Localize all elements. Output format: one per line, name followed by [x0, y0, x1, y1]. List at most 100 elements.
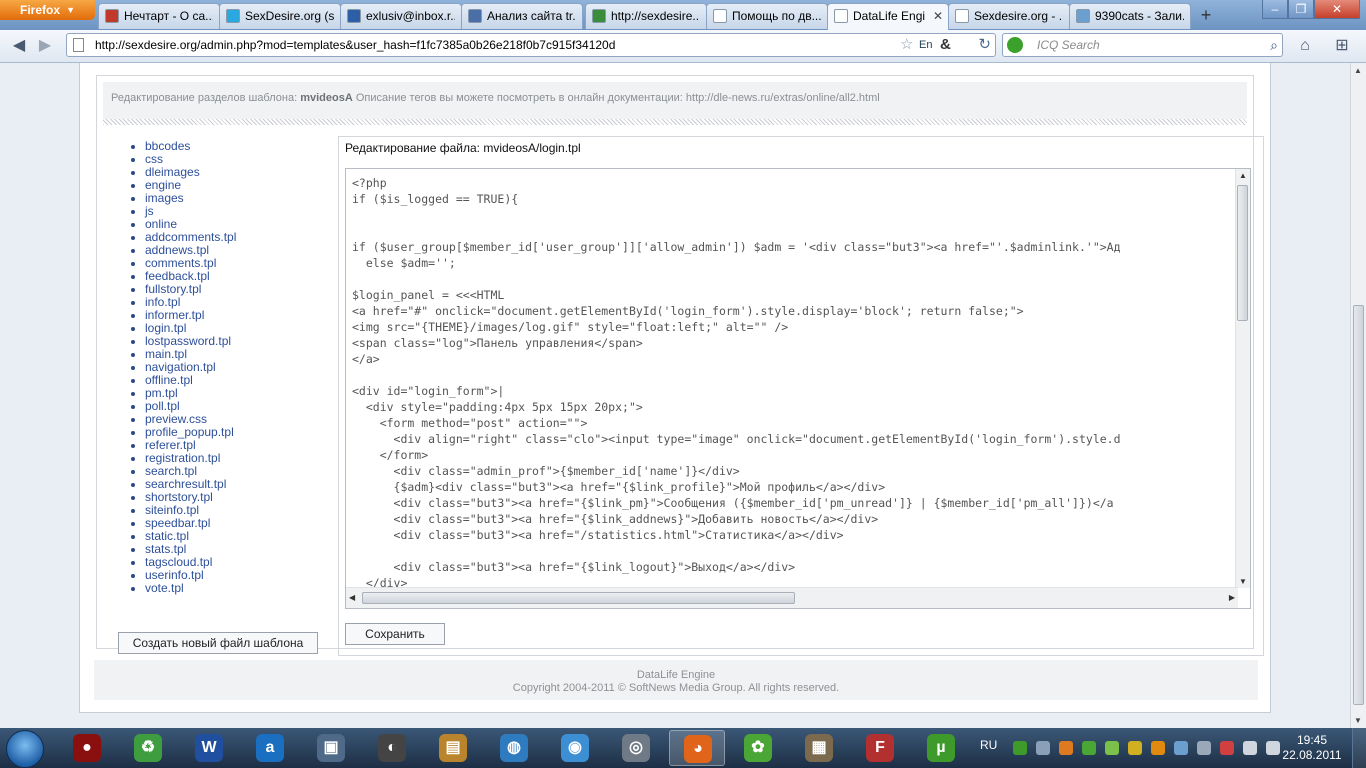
- taskbar-button-14[interactable]: F: [852, 730, 908, 766]
- url-text[interactable]: http://sexdesire.org/admin.php?mod=templ…: [95, 34, 615, 56]
- scroll-left-arrow-icon[interactable]: ◀: [349, 593, 355, 602]
- new-tab-button[interactable]: +: [1193, 5, 1219, 27]
- file-link[interactable]: informer.tpl: [145, 308, 204, 322]
- tab-7[interactable]: DataLife Engi... ✕: [827, 3, 949, 30]
- search-icon[interactable]: ⌕: [1270, 34, 1278, 56]
- code-horizontal-scroll-thumb[interactable]: [362, 592, 795, 604]
- file-link[interactable]: engine: [145, 178, 181, 192]
- scroll-right-arrow-icon[interactable]: ▶: [1229, 593, 1235, 602]
- search-bar[interactable]: ICQ Search ⌕: [1002, 33, 1283, 57]
- file-link[interactable]: searchresult.tpl: [145, 477, 226, 491]
- taskbar-button-1[interactable]: ●: [59, 730, 115, 766]
- tab-5[interactable]: http://sexdesire....: [585, 3, 707, 29]
- show-desktop-button[interactable]: [1352, 728, 1366, 768]
- file-link[interactable]: online: [145, 217, 177, 231]
- language-badge[interactable]: En: [919, 34, 932, 56]
- file-link[interactable]: poll.tpl: [145, 399, 180, 413]
- minimize-button[interactable]: –: [1262, 0, 1288, 19]
- file-link[interactable]: search.tpl: [145, 464, 197, 478]
- code-vertical-scroll-thumb[interactable]: [1237, 185, 1248, 321]
- create-template-file-button[interactable]: Создать новый файл шаблона: [118, 632, 318, 654]
- file-link[interactable]: profile_popup.tpl: [145, 425, 234, 439]
- scroll-down-arrow-icon[interactable]: ▼: [1239, 577, 1247, 586]
- code-text[interactable]: <?php if ($is_logged == TRUE){if ($user_g…: [352, 175, 1232, 589]
- taskbar-button-11[interactable]: ◕: [669, 730, 725, 766]
- tab-9[interactable]: 9390cats - Зали...: [1069, 3, 1191, 29]
- bookmark-star-icon[interactable]: ☆: [900, 34, 913, 56]
- page-scroll-up-icon[interactable]: ▲: [1354, 66, 1362, 75]
- file-link[interactable]: bbcodes: [145, 139, 190, 153]
- url-bar[interactable]: http://sexdesire.org/admin.php?mod=templ…: [66, 33, 996, 57]
- page-vertical-scrollbar[interactable]: ▲ ▼: [1350, 63, 1366, 728]
- square-tray-icon[interactable]: [1151, 741, 1165, 755]
- utorrent-tray-icon[interactable]: [1013, 741, 1027, 755]
- tab-1[interactable]: Нечтарт - О са...: [98, 3, 220, 29]
- display-tray-icon[interactable]: [1174, 741, 1188, 755]
- icq-flower-icon[interactable]: [1007, 37, 1023, 53]
- keyboard-language[interactable]: RU: [980, 738, 997, 752]
- page-scroll-down-icon[interactable]: ▼: [1354, 716, 1362, 725]
- file-link[interactable]: shortstory.tpl: [145, 490, 213, 504]
- clock[interactable]: 19:45 22.08.2011: [1278, 733, 1346, 763]
- taskbar-button-13[interactable]: ▦: [791, 730, 847, 766]
- file-link[interactable]: images: [145, 191, 184, 205]
- file-link[interactable]: addnews.tpl: [145, 243, 209, 257]
- page-scroll-thumb[interactable]: [1353, 305, 1364, 705]
- addons-button[interactable]: ⊞: [1326, 34, 1358, 58]
- taskbar-button-5[interactable]: ▣: [303, 730, 359, 766]
- taskbar-button-8[interactable]: ◍: [486, 730, 542, 766]
- file-link[interactable]: main.tpl: [145, 347, 187, 361]
- code-vertical-scrollbar[interactable]: ▲ ▼: [1235, 169, 1250, 588]
- file-link[interactable]: css: [145, 152, 163, 166]
- taskbar-button-10[interactable]: ◎: [608, 730, 664, 766]
- taskbar-button-12[interactable]: ✿: [730, 730, 786, 766]
- fire-tray-icon[interactable]: [1059, 741, 1073, 755]
- network-tray-icon[interactable]: [1036, 741, 1050, 755]
- icq-tray-icon[interactable]: [1082, 741, 1096, 755]
- close-tab-icon[interactable]: ✕: [933, 4, 943, 28]
- tab-4[interactable]: Анализ сайта tr...: [461, 3, 583, 29]
- tab-3[interactable]: exlusiv@inbox.r...: [340, 3, 462, 29]
- close-window-button[interactable]: ✕: [1314, 0, 1360, 19]
- file-link[interactable]: comments.tpl: [145, 256, 216, 270]
- forward-button[interactable]: ▶: [34, 34, 56, 58]
- flag-tray-icon[interactable]: [1220, 741, 1234, 755]
- taskbar-button-15[interactable]: µ: [913, 730, 969, 766]
- file-link[interactable]: registration.tpl: [145, 451, 220, 465]
- file-link[interactable]: lostpassword.tpl: [145, 334, 231, 348]
- warning-tray-icon[interactable]: [1128, 741, 1142, 755]
- code-horizontal-scrollbar[interactable]: ◀ ▶: [346, 587, 1238, 608]
- volume-tray-icon[interactable]: [1243, 741, 1257, 755]
- file-link[interactable]: stats.tpl: [145, 542, 186, 556]
- file-link[interactable]: addcomments.tpl: [145, 230, 236, 244]
- scroll-up-arrow-icon[interactable]: ▲: [1239, 171, 1247, 180]
- file-link[interactable]: preview.css: [145, 412, 207, 426]
- tab-6[interactable]: Помощь по дв...: [706, 3, 828, 29]
- tab-2[interactable]: SexDesire.org (s...: [219, 3, 341, 29]
- file-link[interactable]: fullstory.tpl: [145, 282, 201, 296]
- home-button[interactable]: ⌂: [1292, 34, 1318, 58]
- file-link[interactable]: static.tpl: [145, 529, 189, 543]
- file-link[interactable]: speedbar.tpl: [145, 516, 210, 530]
- usb-tray-icon[interactable]: [1197, 741, 1211, 755]
- file-link[interactable]: pm.tpl: [145, 386, 178, 400]
- taskbar-button-2[interactable]: ♻: [120, 730, 176, 766]
- start-button[interactable]: [6, 730, 44, 768]
- file-link[interactable]: js: [145, 204, 154, 218]
- file-link[interactable]: referer.tpl: [145, 438, 196, 452]
- taskbar-button-3[interactable]: W: [181, 730, 237, 766]
- firefox-menu-button[interactable]: Firefox ▼: [0, 0, 95, 20]
- file-link[interactable]: siteinfo.tpl: [145, 503, 199, 517]
- taskbar-button-6[interactable]: ◐: [364, 730, 420, 766]
- reload-icon[interactable]: ↻: [978, 34, 991, 56]
- tab-8[interactable]: Sexdesire.org - ...: [948, 3, 1070, 29]
- file-link[interactable]: userinfo.tpl: [145, 568, 204, 582]
- file-link[interactable]: dleimages: [145, 165, 200, 179]
- code-textarea[interactable]: <?php if ($is_logged == TRUE){if ($user_g…: [345, 168, 1251, 609]
- taskbar-button-7[interactable]: ▤: [425, 730, 481, 766]
- file-link[interactable]: login.tpl: [145, 321, 186, 335]
- taskbar-button-9[interactable]: ◉: [547, 730, 603, 766]
- file-link[interactable]: tagscloud.tpl: [145, 555, 212, 569]
- file-link[interactable]: navigation.tpl: [145, 360, 216, 374]
- ampersand-icon[interactable]: &: [940, 34, 951, 56]
